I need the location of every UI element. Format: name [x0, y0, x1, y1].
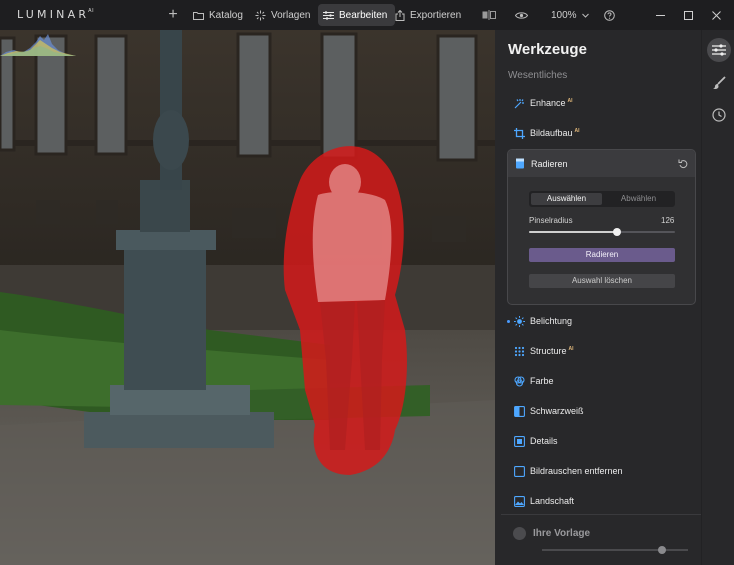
bearbeiten-tab[interactable]: Bearbeiten — [318, 4, 396, 26]
sliders-icon — [323, 10, 334, 20]
plus-icon: + — [168, 6, 178, 23]
exportieren-tab[interactable]: Exportieren — [395, 0, 461, 30]
brush-radius-handle[interactable] — [612, 228, 621, 236]
clock-icon — [712, 108, 726, 122]
tool-label: Structure AI — [530, 346, 574, 356]
tool-label: Belichtung — [530, 316, 573, 326]
preset-amount-handle[interactable] — [657, 546, 666, 554]
vorlagen-tab[interactable]: Vorlagen — [255, 0, 310, 30]
brush-radius-fill — [529, 231, 617, 233]
minimize-button[interactable] — [656, 0, 665, 30]
clear-selection-button[interactable]: Auswahl löschen — [529, 274, 675, 288]
color-icon — [514, 376, 525, 387]
history-button[interactable] — [707, 103, 731, 127]
sun-icon — [514, 316, 525, 327]
structure-icon — [514, 346, 525, 357]
tool-enhance[interactable]: Enhance AI — [495, 92, 701, 114]
katalog-label: Katalog — [209, 9, 243, 21]
section-title: Wesentliches — [508, 70, 568, 81]
photo-canvas[interactable] — [0, 30, 495, 565]
preset-label: Ihre Vorlage — [533, 528, 591, 539]
minimize-icon — [656, 14, 665, 16]
panel-divider — [501, 514, 702, 515]
compare-icon — [482, 10, 496, 20]
erase-tool-title: Radieren — [531, 159, 568, 169]
zoom-value: 100% — [551, 9, 577, 21]
brush-radius-value: 126 — [661, 216, 675, 225]
tools-panel: Werkzeuge Wesentliches Enhance AI Bildauf… — [495, 30, 702, 565]
close-button[interactable] — [712, 0, 721, 30]
tool-label: Schwarzweiß — [530, 406, 584, 416]
folder-icon — [193, 11, 204, 20]
preset-row[interactable]: Ihre Vorlage — [513, 527, 590, 540]
brush-icon — [713, 76, 726, 89]
katalog-tab[interactable]: Katalog — [193, 0, 243, 30]
denoise-icon — [514, 466, 525, 477]
tool-belichtung[interactable]: Belichtung — [495, 310, 701, 332]
maximize-button[interactable] — [684, 0, 693, 30]
tool-denoise[interactable]: Bildrauschen entfernen — [495, 460, 701, 482]
tool-bildaufbau[interactable]: Bildaufbau AI — [495, 122, 701, 144]
brush-button[interactable] — [707, 71, 731, 95]
sparkle-icon — [255, 10, 266, 20]
eye-icon — [515, 11, 528, 19]
export-icon — [395, 9, 405, 21]
panel-title: Werkzeuge — [508, 41, 587, 58]
selection-mode-toggle: Auswählen Abwählen — [529, 191, 675, 207]
help-button[interactable] — [604, 0, 615, 30]
eraser-icon — [516, 158, 524, 169]
close-icon — [712, 10, 721, 20]
preset-amount-slider[interactable] — [542, 546, 688, 554]
tool-farbe[interactable]: Farbe — [495, 370, 701, 392]
help-icon — [604, 9, 615, 21]
app-logo: LUMINARAI — [17, 8, 95, 21]
tool-details[interactable]: Details — [495, 430, 701, 452]
photo-image — [0, 30, 495, 565]
sliders-icon — [712, 44, 726, 56]
tool-label: Bildrauschen entfernen — [530, 466, 623, 476]
add-photos-button[interactable]: + — [166, 0, 180, 30]
modified-indicator — [507, 320, 510, 323]
preset-thumbnail — [513, 527, 526, 540]
erase-button[interactable]: Radieren — [529, 248, 675, 262]
erase-tool-header[interactable]: Radieren — [508, 150, 695, 177]
details-icon — [514, 436, 525, 447]
histogram — [0, 34, 76, 56]
enhance-icon — [514, 99, 524, 109]
vorlagen-label: Vorlagen — [271, 9, 311, 21]
erase-tool-panel: Radieren Auswählen Abwählen Pinselradius… — [507, 149, 696, 305]
brush-radius-label: Pinselradius — [529, 216, 573, 225]
tool-label: Bildaufbau AI — [530, 128, 580, 138]
deselect-mode-button[interactable]: Abwählen — [604, 193, 673, 205]
crop-icon — [514, 128, 525, 139]
maximize-icon — [684, 10, 693, 20]
adjustments-button[interactable] — [707, 38, 731, 62]
bearbeiten-label: Bearbeiten — [339, 9, 388, 21]
preview-toggle[interactable] — [515, 0, 528, 30]
select-mode-button[interactable]: Auswählen — [531, 193, 602, 205]
brush-radius-slider[interactable] — [529, 228, 675, 236]
top-toolbar: LUMINARAI + Katalog Vorlagen Bearbeiten … — [0, 0, 734, 30]
zoom-dropdown[interactable]: 100% — [551, 0, 589, 30]
tool-label: Details — [530, 436, 558, 446]
chevron-down-icon — [581, 13, 589, 18]
tool-landschaft[interactable]: Landschaft — [495, 490, 701, 512]
exportieren-label: Exportieren — [410, 9, 462, 21]
compare-button[interactable] — [482, 0, 496, 30]
tool-rail — [701, 30, 734, 565]
bw-icon — [514, 406, 525, 417]
tool-label: Farbe — [530, 376, 554, 386]
landscape-icon — [514, 496, 525, 507]
tool-label: Enhance AI — [530, 98, 573, 108]
reset-icon[interactable] — [678, 158, 689, 169]
tool-label: Landschaft — [530, 496, 575, 506]
tool-structure[interactable]: Structure AI — [495, 340, 701, 362]
tool-schwarzweiss[interactable]: Schwarzweiß — [495, 400, 701, 422]
